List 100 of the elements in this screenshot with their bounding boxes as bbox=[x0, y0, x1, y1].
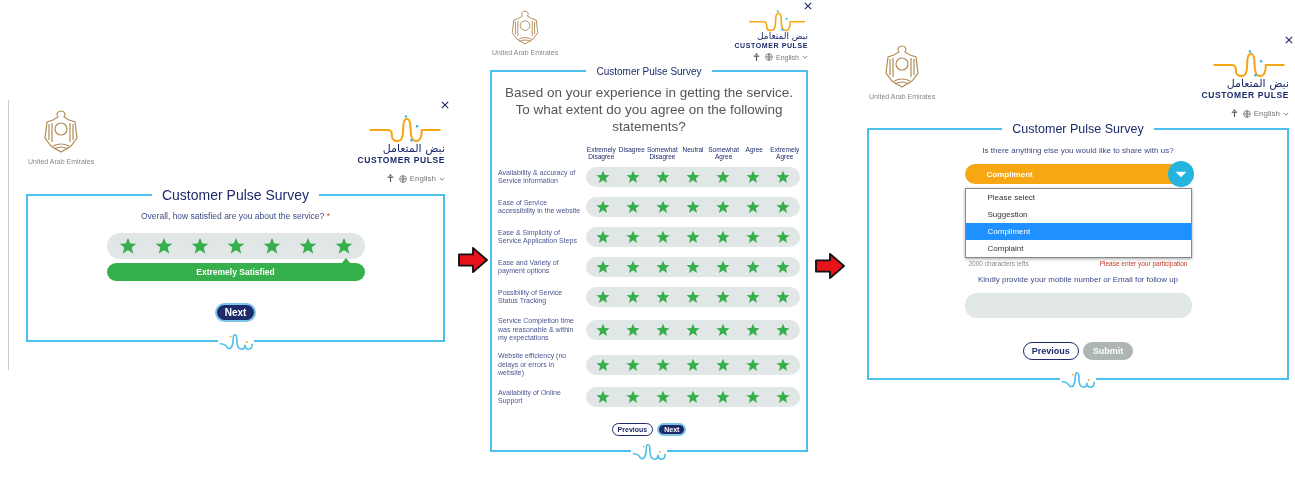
star-icon[interactable] bbox=[596, 260, 610, 275]
star-icon[interactable] bbox=[626, 390, 640, 405]
globe-icon bbox=[1242, 109, 1251, 118]
star-icon[interactable] bbox=[716, 322, 730, 337]
star-icon[interactable] bbox=[626, 357, 640, 372]
logo-text: CUSTOMER PULSE bbox=[1201, 90, 1289, 101]
dropdown-option[interactable]: Suggestion bbox=[965, 206, 1191, 224]
star-rating[interactable] bbox=[586, 227, 800, 248]
star-icon[interactable] bbox=[746, 390, 760, 405]
star-icon[interactable] bbox=[776, 230, 790, 245]
star-icon[interactable] bbox=[746, 200, 760, 215]
star-icon[interactable] bbox=[626, 170, 640, 185]
chevron-icon bbox=[439, 176, 445, 181]
star-icon[interactable] bbox=[746, 230, 760, 245]
star-icon[interactable] bbox=[686, 322, 700, 337]
star-icon[interactable] bbox=[716, 260, 730, 275]
close-icon[interactable] bbox=[441, 101, 449, 109]
star-icon[interactable] bbox=[656, 230, 670, 245]
star-icon[interactable] bbox=[262, 237, 281, 256]
star-icon[interactable] bbox=[190, 237, 209, 256]
star-icon[interactable] bbox=[626, 200, 640, 215]
next-button[interactable]: Next bbox=[214, 303, 257, 323]
star-rating[interactable] bbox=[586, 287, 800, 308]
star-icon[interactable] bbox=[716, 390, 730, 405]
pointer-icon bbox=[341, 258, 352, 265]
star-icon[interactable] bbox=[596, 230, 610, 245]
globe-icon bbox=[765, 53, 774, 62]
star-icon[interactable] bbox=[776, 322, 790, 337]
star-icon[interactable] bbox=[716, 230, 730, 245]
star-icon[interactable] bbox=[686, 357, 700, 372]
logo-text: CUSTOMER PULSE bbox=[357, 155, 445, 166]
logo-arabic-text: نبض المتعامل bbox=[1226, 78, 1289, 91]
language-dropdown[interactable]: English bbox=[1242, 109, 1289, 119]
arrow-icon bbox=[814, 252, 846, 280]
close-icon[interactable] bbox=[1285, 36, 1293, 44]
star-icon[interactable] bbox=[746, 260, 760, 275]
star-rating[interactable] bbox=[586, 197, 800, 218]
close-icon[interactable] bbox=[804, 2, 812, 10]
star-icon[interactable] bbox=[656, 357, 670, 372]
star-icon[interactable] bbox=[626, 322, 640, 337]
logo-arabic-text: نبض المتعامل bbox=[757, 32, 808, 42]
star-rating[interactable] bbox=[586, 319, 800, 340]
star-icon[interactable] bbox=[686, 390, 700, 405]
star-icon[interactable] bbox=[746, 322, 760, 337]
star-icon[interactable] bbox=[596, 357, 610, 372]
star-icon[interactable] bbox=[154, 237, 173, 256]
dropdown-option[interactable]: Please select bbox=[965, 189, 1191, 207]
star-icon[interactable] bbox=[746, 170, 760, 185]
contact-input[interactable] bbox=[964, 293, 1192, 319]
star-rating[interactable] bbox=[586, 354, 800, 375]
star-icon[interactable] bbox=[686, 200, 700, 215]
star-icon[interactable] bbox=[334, 237, 353, 256]
globe-icon bbox=[398, 174, 407, 183]
question-text: Is there anything else you would like to share with us? bbox=[981, 146, 1175, 156]
star-icon[interactable] bbox=[776, 390, 790, 405]
star-icon[interactable] bbox=[776, 290, 790, 305]
star-icon[interactable] bbox=[596, 390, 610, 405]
star-icon[interactable] bbox=[746, 357, 760, 372]
survey-title: Customer Pulse Survey bbox=[595, 65, 703, 77]
previous-button[interactable]: Previous bbox=[1022, 342, 1079, 361]
survey-title: Customer Pulse Survey bbox=[1011, 122, 1145, 137]
dropdown-option[interactable]: Complaint bbox=[965, 240, 1191, 258]
chevron-icon bbox=[802, 55, 808, 60]
star-icon[interactable] bbox=[686, 230, 700, 245]
star-icon[interactable] bbox=[656, 390, 670, 405]
star-icon[interactable] bbox=[656, 200, 670, 215]
star-rating[interactable] bbox=[586, 387, 800, 408]
star-icon[interactable] bbox=[686, 170, 700, 185]
star-icon[interactable] bbox=[656, 290, 670, 305]
star-icon[interactable] bbox=[656, 170, 670, 185]
star-icon[interactable] bbox=[596, 290, 610, 305]
star-icon[interactable] bbox=[776, 200, 790, 215]
star-icon[interactable] bbox=[596, 170, 610, 185]
star-icon[interactable] bbox=[118, 237, 137, 256]
star-icon[interactable] bbox=[298, 237, 317, 256]
star-icon[interactable] bbox=[716, 290, 730, 305]
pulse-logo-icon bbox=[746, 10, 808, 32]
star-icon[interactable] bbox=[686, 290, 700, 305]
star-icon[interactable] bbox=[776, 260, 790, 275]
arrow-icon bbox=[456, 246, 489, 274]
star-rating[interactable] bbox=[586, 167, 800, 188]
star-icon[interactable] bbox=[776, 357, 790, 372]
star-icon[interactable] bbox=[626, 260, 640, 275]
star-icon[interactable] bbox=[626, 290, 640, 305]
star-icon[interactable] bbox=[776, 170, 790, 185]
star-icon[interactable] bbox=[716, 357, 730, 372]
star-icon[interactable] bbox=[656, 322, 670, 337]
star-icon[interactable] bbox=[596, 200, 610, 215]
star-icon[interactable] bbox=[656, 260, 670, 275]
star-icon[interactable] bbox=[626, 230, 640, 245]
star-icon[interactable] bbox=[716, 200, 730, 215]
language-dropdown[interactable]: English bbox=[398, 174, 445, 184]
star-icon[interactable] bbox=[686, 260, 700, 275]
star-rating[interactable] bbox=[106, 233, 365, 260]
contact-label: Kindly provide your mobile number or Email for follow up bbox=[976, 275, 1180, 285]
star-icon[interactable] bbox=[596, 322, 610, 337]
star-icon[interactable] bbox=[746, 290, 760, 305]
star-icon[interactable] bbox=[716, 170, 730, 185]
star-rating[interactable] bbox=[586, 257, 800, 278]
star-icon[interactable] bbox=[226, 237, 245, 256]
